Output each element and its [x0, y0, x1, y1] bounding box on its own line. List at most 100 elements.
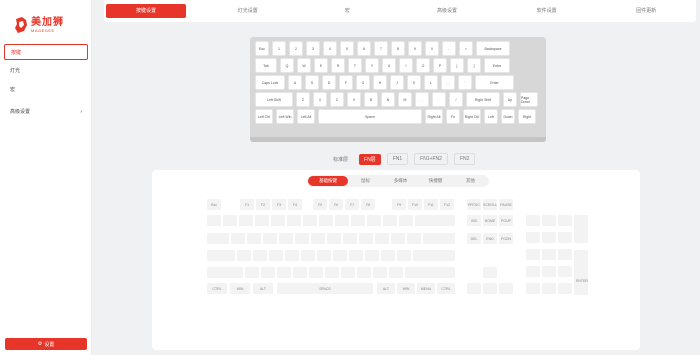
preview-key[interactable]: Left Shift [255, 92, 293, 107]
select-key[interactable]: WIN [397, 283, 415, 294]
select-key[interactable]: SCROLL [483, 199, 497, 210]
preview-key[interactable]: H [373, 75, 387, 90]
tab-light-settings[interactable]: 灯光设置 [210, 4, 286, 18]
preview-key[interactable]: T [348, 58, 362, 73]
select-key[interactable] [255, 215, 269, 226]
preview-key[interactable]: Q [280, 58, 294, 73]
preview-key[interactable]: ; [441, 75, 455, 90]
preview-key[interactable]: 1 [272, 41, 286, 56]
preview-key[interactable]: K [407, 75, 421, 90]
select-key[interactable]: F8 [361, 199, 375, 210]
tab-firmware[interactable]: 固件更新 [608, 4, 684, 18]
select-key[interactable] [526, 283, 540, 294]
preview-key[interactable]: 7 [374, 41, 388, 56]
preview-key[interactable]: Fn [446, 109, 460, 124]
select-key[interactable] [526, 249, 540, 260]
select-key[interactable]: ALT [253, 283, 273, 294]
preview-key[interactable]: Page Down [520, 92, 538, 107]
select-key[interactable]: ALT [377, 283, 395, 294]
sidebar-item-macro[interactable]: 宏 [4, 82, 88, 98]
select-key[interactable] [223, 215, 237, 226]
preview-key[interactable]: R [331, 58, 345, 73]
settings-button[interactable]: ⚙ 设置 [5, 338, 87, 350]
select-key[interactable] [526, 266, 540, 277]
preview-key[interactable]: Left Win [276, 109, 294, 124]
preview-key[interactable]: Esc [255, 41, 269, 56]
select-key[interactable] [359, 233, 373, 244]
preview-key[interactable]: C [330, 92, 344, 107]
preview-key[interactable]: 5 [340, 41, 354, 56]
select-key[interactable]: SPACE [277, 283, 373, 294]
preview-key[interactable]: Space [318, 109, 422, 124]
preview-key[interactable]: Tab [255, 58, 277, 73]
select-key[interactable] [558, 232, 572, 243]
select-key[interactable]: DEL [467, 233, 481, 244]
select-key[interactable]: CTRL [437, 283, 455, 294]
select-key[interactable]: F12 [440, 199, 454, 210]
select-key[interactable] [413, 250, 455, 261]
preview-key[interactable]: Down [501, 109, 515, 124]
sidebar-item-advanced[interactable]: 高级设置 › [4, 104, 88, 120]
select-key[interactable]: F6 [329, 199, 343, 210]
preview-key[interactable]: A [288, 75, 302, 90]
preview-key[interactable]: 0 [425, 41, 439, 56]
select-key[interactable] [247, 233, 261, 244]
select-key[interactable] [389, 267, 403, 278]
select-key[interactable] [351, 215, 365, 226]
layer-fn2[interactable]: FN2 [453, 153, 476, 165]
preview-key[interactable]: [ [450, 58, 464, 73]
select-key[interactable] [574, 250, 588, 295]
preview-key[interactable]: Enter [475, 75, 514, 90]
select-key[interactable] [542, 232, 556, 243]
select-key[interactable]: F2 [256, 199, 270, 210]
preview-key[interactable]: F [339, 75, 353, 90]
select-key[interactable]: F5 [313, 199, 327, 210]
select-key[interactable] [237, 250, 251, 261]
select-key[interactable] [293, 267, 307, 278]
select-key[interactable] [399, 215, 413, 226]
select-key[interactable] [357, 267, 371, 278]
select-key[interactable]: PRTSC [467, 199, 481, 210]
preview-key[interactable]: / [449, 92, 463, 107]
select-key[interactable] [467, 283, 481, 294]
select-key[interactable] [483, 267, 497, 278]
select-key[interactable] [239, 215, 253, 226]
preview-key[interactable]: L [424, 75, 438, 90]
select-key[interactable]: F9 [392, 199, 406, 210]
preview-key[interactable]: 3 [306, 41, 320, 56]
preview-key[interactable]: ] [467, 58, 481, 73]
select-key[interactable] [285, 250, 299, 261]
select-key[interactable] [287, 215, 301, 226]
select-key[interactable] [253, 250, 267, 261]
preview-key[interactable]: N [381, 92, 395, 107]
select-key[interactable] [558, 283, 572, 294]
preview-key[interactable]: 4 [323, 41, 337, 56]
select-key[interactable] [271, 215, 285, 226]
preview-key[interactable]: V [347, 92, 361, 107]
preview-key[interactable]: Up [503, 92, 517, 107]
preview-key[interactable]: M [398, 92, 412, 107]
select-key[interactable] [349, 250, 363, 261]
select-key[interactable]: PGDN [499, 233, 513, 244]
select-key[interactable] [367, 215, 381, 226]
preview-key[interactable]: 2 [289, 41, 303, 56]
select-key[interactable] [207, 233, 229, 244]
preview-key[interactable]: S [305, 75, 319, 90]
select-key[interactable]: F11 [424, 199, 438, 210]
select-key[interactable]: ENTER [576, 275, 588, 286]
select-key[interactable] [333, 250, 347, 261]
select-key[interactable] [407, 233, 421, 244]
select-key[interactable]: PGUP [499, 215, 513, 226]
preview-key[interactable]: Y [365, 58, 379, 73]
layer-fn[interactable]: FN层 [359, 153, 381, 165]
select-key[interactable] [325, 267, 339, 278]
select-key[interactable]: F10 [408, 199, 422, 210]
layer-standard[interactable]: 标准层 [328, 154, 353, 165]
select-key[interactable]: CTRL [207, 283, 227, 294]
select-key[interactable]: PAUSE [499, 199, 513, 210]
preview-key[interactable]: = [459, 41, 473, 56]
select-key[interactable] [423, 233, 455, 244]
preview-key[interactable]: , [415, 92, 429, 107]
select-key[interactable] [405, 267, 455, 278]
select-key[interactable] [319, 215, 333, 226]
